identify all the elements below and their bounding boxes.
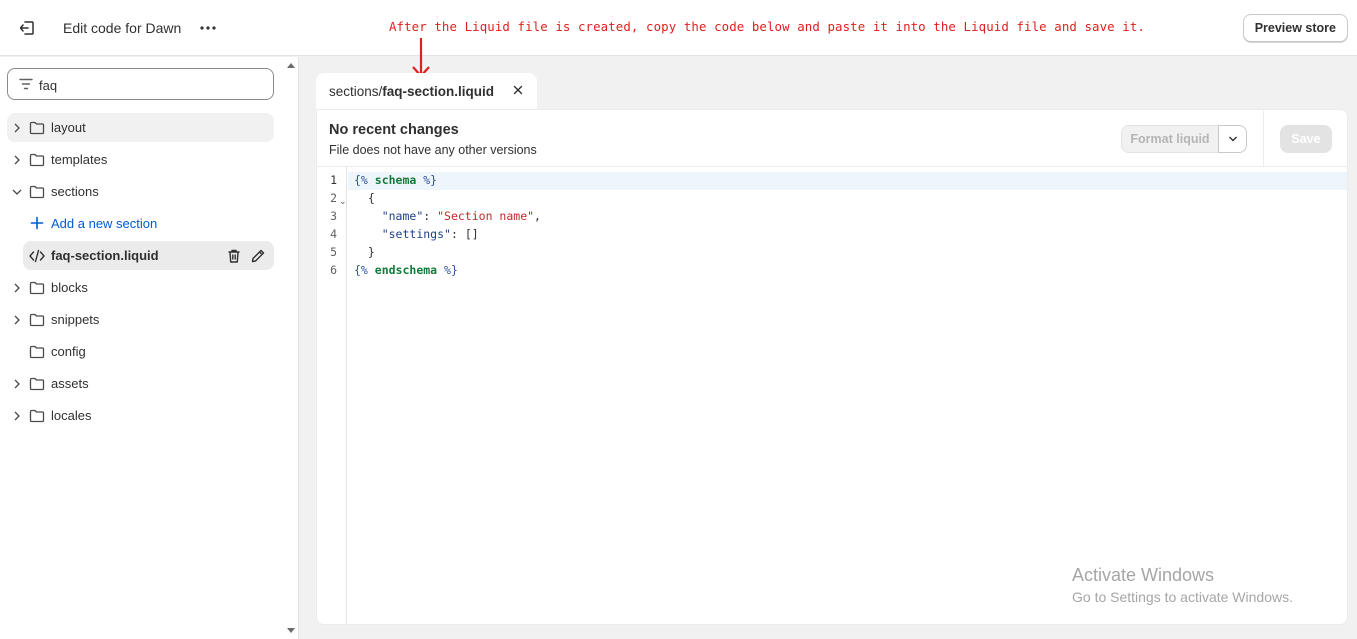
code-line[interactable]: { bbox=[354, 191, 375, 205]
folder-label: sections bbox=[51, 184, 99, 199]
folder-label: locales bbox=[51, 408, 92, 423]
scroll-down-icon[interactable] bbox=[286, 627, 296, 635]
chevron-right-icon bbox=[14, 123, 20, 133]
instruction-annotation: After the Liquid file is created, copy t… bbox=[389, 19, 1145, 34]
filter-icon bbox=[19, 78, 33, 90]
code-line[interactable]: {% schema %} bbox=[354, 173, 437, 187]
version-status-title: No recent changes bbox=[329, 122, 459, 138]
file-faq-section[interactable]: faq-section.liquid bbox=[0, 240, 280, 272]
watermark-title: Activate Windows bbox=[1072, 565, 1215, 585]
save-button[interactable]: Save bbox=[1280, 125, 1332, 153]
chevron-down-icon bbox=[12, 189, 22, 195]
editor-header: No recent changes File does not have any… bbox=[317, 110, 1347, 167]
folder-snippets[interactable]: snippets bbox=[0, 304, 280, 336]
active-line-highlight bbox=[348, 172, 1347, 190]
file-tree: layout templates sections Add a new sect… bbox=[0, 112, 280, 432]
page-title: Edit code for Dawn bbox=[63, 20, 182, 36]
more-actions-button[interactable] bbox=[196, 16, 220, 40]
chevron-right-icon bbox=[14, 379, 20, 389]
file-search[interactable] bbox=[7, 68, 274, 100]
folder-label: blocks bbox=[51, 280, 88, 295]
code-line[interactable]: {% endschema %} bbox=[354, 263, 458, 277]
chevron-right-icon bbox=[14, 155, 20, 165]
code-file-icon bbox=[29, 249, 45, 263]
version-status-subtitle: File does not have any other versions bbox=[329, 143, 537, 157]
tab-title: sections/faq-section.liquid bbox=[329, 84, 495, 99]
file-sidebar: layout templates sections Add a new sect… bbox=[0, 57, 299, 639]
folder-icon bbox=[29, 121, 45, 135]
folder-label: assets bbox=[51, 376, 89, 391]
exit-icon bbox=[19, 21, 34, 35]
line-number: 4 bbox=[330, 227, 337, 241]
code-line[interactable]: "name": "Section name", bbox=[354, 209, 541, 223]
more-horizontal-icon bbox=[200, 26, 216, 30]
folder-icon bbox=[29, 153, 45, 167]
watermark-subtitle: Go to Settings to activate Windows. bbox=[1072, 589, 1293, 605]
chevron-down-icon bbox=[1228, 136, 1237, 142]
chevron-right-icon bbox=[14, 315, 20, 325]
add-new-section-link[interactable]: Add a new section bbox=[0, 208, 280, 240]
folder-assets[interactable]: assets bbox=[0, 368, 280, 400]
folder-label: layout bbox=[51, 120, 86, 135]
top-bar: Edit code for Dawn After the Liquid file… bbox=[0, 0, 1357, 56]
folder-templates[interactable]: templates bbox=[0, 144, 280, 176]
folder-sections[interactable]: sections bbox=[0, 176, 280, 208]
folder-icon bbox=[29, 281, 45, 295]
code-line[interactable]: } bbox=[354, 245, 375, 259]
tab-faq-section[interactable]: sections/faq-section.liquid bbox=[316, 73, 537, 110]
folder-icon bbox=[29, 185, 45, 199]
line-number: 3 bbox=[330, 209, 337, 223]
folder-label: templates bbox=[51, 152, 108, 167]
folder-label: config bbox=[51, 344, 86, 359]
exit-editor-button[interactable] bbox=[14, 16, 40, 40]
add-section-label: Add a new section bbox=[51, 216, 158, 231]
header-divider bbox=[1263, 110, 1264, 167]
search-input[interactable] bbox=[39, 75, 259, 95]
folder-label: snippets bbox=[51, 312, 100, 327]
folder-layout[interactable]: layout bbox=[0, 112, 280, 144]
folder-icon bbox=[29, 345, 45, 359]
folder-locales[interactable]: locales bbox=[0, 400, 280, 432]
format-liquid-button[interactable]: Format liquid bbox=[1121, 125, 1219, 153]
line-number: 6 bbox=[330, 263, 337, 277]
preview-store-button[interactable]: Preview store bbox=[1242, 14, 1348, 42]
close-icon[interactable] bbox=[512, 84, 524, 96]
chevron-right-icon bbox=[14, 283, 20, 293]
activate-windows-watermark: Activate Windows Go to Settings to activ… bbox=[1072, 565, 1293, 605]
scroll-up-icon[interactable] bbox=[286, 61, 296, 69]
format-options-dropdown[interactable] bbox=[1218, 125, 1247, 153]
folder-icon bbox=[29, 409, 45, 423]
fold-toggle-icon[interactable]: ⌄ bbox=[339, 197, 347, 207]
rename-icon[interactable] bbox=[250, 248, 266, 264]
code-line[interactable]: "settings": [] bbox=[354, 227, 479, 241]
line-number: 2 bbox=[330, 191, 337, 205]
delete-icon[interactable] bbox=[226, 248, 242, 264]
folder-icon bbox=[29, 377, 45, 391]
code-editor-panel: No recent changes File does not have any… bbox=[316, 109, 1348, 625]
folder-config[interactable]: config bbox=[0, 336, 280, 368]
chevron-right-icon bbox=[14, 411, 20, 421]
folder-icon bbox=[29, 313, 45, 327]
folder-blocks[interactable]: blocks bbox=[0, 272, 280, 304]
plus-icon bbox=[30, 216, 44, 230]
line-number: 1 bbox=[330, 173, 337, 187]
line-number: 5 bbox=[330, 245, 337, 259]
file-label: faq-section.liquid bbox=[51, 248, 159, 263]
